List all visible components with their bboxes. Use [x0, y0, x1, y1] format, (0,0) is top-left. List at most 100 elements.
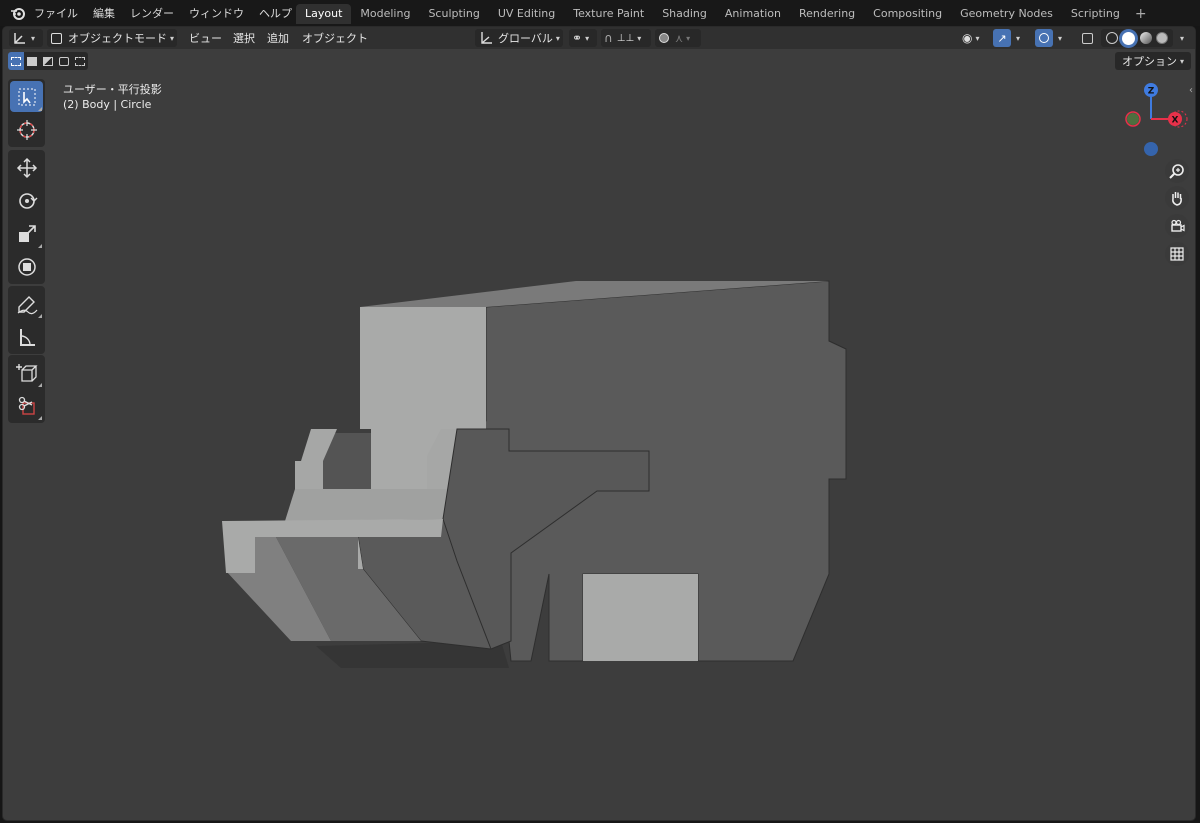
shear-tool[interactable]: [10, 390, 43, 421]
menu-add-label: 追加: [267, 32, 289, 45]
tab-texture-paint[interactable]: Texture Paint: [564, 4, 653, 24]
tab-uv-editing[interactable]: UV Editing: [489, 4, 564, 24]
tab-scripting[interactable]: Scripting: [1062, 4, 1129, 24]
tool-options-indicator: [38, 416, 42, 420]
overlays-toggle[interactable]: [1035, 29, 1053, 47]
annotate-tool[interactable]: [10, 288, 43, 319]
tab-layout[interactable]: Layout: [296, 4, 352, 24]
tab-modeling[interactable]: Modeling: [351, 4, 419, 24]
shear-icon: [18, 396, 35, 415]
shading-dropdown[interactable]: ▾: [1177, 29, 1189, 47]
solid-shading-icon[interactable]: [1122, 31, 1136, 45]
toolbar-group-select: [8, 79, 45, 147]
wireframe-shading-icon[interactable]: [1106, 32, 1119, 44]
camera-view-button[interactable]: [1165, 214, 1189, 238]
menu-render[interactable]: レンダー: [130, 5, 174, 21]
menu-object[interactable]: オブジェクト: [302, 29, 368, 47]
select-box-tool[interactable]: [10, 81, 43, 112]
proportional-edit-icon: [659, 33, 669, 43]
move-tool[interactable]: [10, 152, 43, 183]
eye-icon: ◉: [962, 31, 973, 45]
xray-toggle[interactable]: [1077, 29, 1097, 47]
grid-icon: [1170, 247, 1184, 261]
chevron-down-icon: ▾: [637, 33, 642, 43]
axis-z-label: Z: [1148, 87, 1155, 97]
rotate-tool[interactable]: [10, 185, 43, 216]
editor-type-button[interactable]: ▾: [9, 29, 43, 47]
visibility-dropdown[interactable]: ◉ ▾: [959, 29, 989, 47]
gizmo-toggle[interactable]: ↗: [993, 29, 1011, 47]
hand-icon: [1172, 192, 1182, 206]
select-subtract-icon[interactable]: [40, 52, 56, 70]
select-intersect-icon[interactable]: [72, 52, 88, 70]
toolbar-group-transform: [8, 150, 45, 284]
select-new-icon[interactable]: [8, 52, 24, 70]
sidebar-toggle-icon[interactable]: ‹: [1189, 85, 1193, 96]
transform-icon: [17, 257, 36, 276]
measure-icon: [19, 328, 35, 346]
axis-y-icon[interactable]: [1127, 113, 1139, 125]
magnet-icon: ∩: [604, 31, 613, 45]
axis-neg-z-icon[interactable]: [1144, 142, 1158, 156]
tab-rendering[interactable]: Rendering: [790, 4, 864, 24]
options-dropdown[interactable]: オプション ▾: [1115, 52, 1191, 70]
main-menu: ファイル 編集 レンダー ウィンドウ ヘルプ: [34, 0, 307, 26]
toolbar-group-add: [8, 355, 45, 423]
tab-sculpting[interactable]: Sculpting: [419, 4, 488, 24]
proportional-edit-toggle[interactable]: ⋏ ▾: [655, 29, 701, 47]
zoom-icon: [1169, 164, 1184, 179]
navigation-gizmo[interactable]: Z X: [1113, 79, 1193, 163]
transform-tool[interactable]: [10, 251, 43, 282]
snap-toggle[interactable]: ∩ ⊥⊥ ▾: [601, 29, 651, 47]
cursor-tool[interactable]: [10, 114, 43, 145]
material-shading-icon[interactable]: [1139, 32, 1152, 44]
pivot-dropdown[interactable]: ⚭ ▾: [569, 29, 597, 47]
xray-icon: [1081, 32, 1093, 44]
menu-view-label: ビュー: [189, 32, 222, 45]
menu-window[interactable]: ウィンドウ: [189, 5, 244, 21]
tab-animation[interactable]: Animation: [716, 4, 790, 24]
transform-orientation-dropdown[interactable]: グローバル ▾: [475, 29, 563, 47]
chevron-down-icon: ▾: [686, 33, 691, 43]
tab-compositing[interactable]: Compositing: [864, 4, 951, 24]
tool-options-indicator: [38, 244, 42, 248]
gizmo-dropdown[interactable]: ▾: [1013, 29, 1025, 47]
menu-add[interactable]: 追加: [267, 29, 289, 47]
object-mode-icon: [51, 32, 62, 44]
axis-editor-icon: [14, 33, 25, 44]
chevron-down-icon: ▾: [1180, 33, 1185, 43]
select-extend-icon[interactable]: [24, 52, 40, 70]
shading-mode-group: [1101, 29, 1173, 47]
select-box-icon: [18, 88, 35, 105]
toggle-projection-button[interactable]: [1165, 242, 1189, 266]
menu-file[interactable]: ファイル: [34, 5, 78, 21]
scale-icon: [18, 224, 36, 242]
zoom-button[interactable]: [1165, 159, 1189, 183]
menu-select[interactable]: 選択: [233, 29, 255, 47]
move-icon: [16, 157, 37, 178]
select-invert-icon[interactable]: [56, 52, 72, 70]
scale-tool[interactable]: [10, 218, 43, 249]
mode-dropdown[interactable]: オブジェクトモード ▾: [47, 29, 177, 47]
axis-x-label: X: [1172, 116, 1179, 126]
menu-edit[interactable]: 編集: [93, 5, 115, 21]
rendered-shading-icon[interactable]: [1155, 32, 1168, 44]
menu-view[interactable]: ビュー: [189, 29, 222, 47]
measure-tool[interactable]: [10, 321, 43, 352]
overlays-dropdown[interactable]: ▾: [1055, 29, 1067, 47]
menu-help[interactable]: ヘルプ: [259, 5, 292, 21]
tab-shading[interactable]: Shading: [653, 4, 716, 24]
tool-options-indicator: [38, 314, 42, 318]
falloff-icon: ⋏: [675, 31, 684, 45]
3d-viewport[interactable]: ▾ オブジェクトモード ▾ ビュー 選択 追加 オブジェクト グローバル ▾ ⚭…: [2, 26, 1196, 821]
add-cube-tool[interactable]: [10, 357, 43, 388]
pan-button[interactable]: [1165, 186, 1189, 210]
orientation-icon: [481, 32, 492, 44]
rotate-icon: [18, 192, 37, 209]
viewport-header: ▾ オブジェクトモード ▾ ビュー 選択 追加 オブジェクト グローバル ▾ ⚭…: [3, 27, 1195, 49]
blender-logo-icon[interactable]: [10, 5, 26, 21]
add-cube-icon: [15, 363, 38, 382]
tab-geometry-nodes[interactable]: Geometry Nodes: [951, 4, 1062, 24]
view-name: ユーザー・平行投影: [63, 83, 162, 96]
add-workspace-icon[interactable]: +: [1129, 4, 1153, 24]
